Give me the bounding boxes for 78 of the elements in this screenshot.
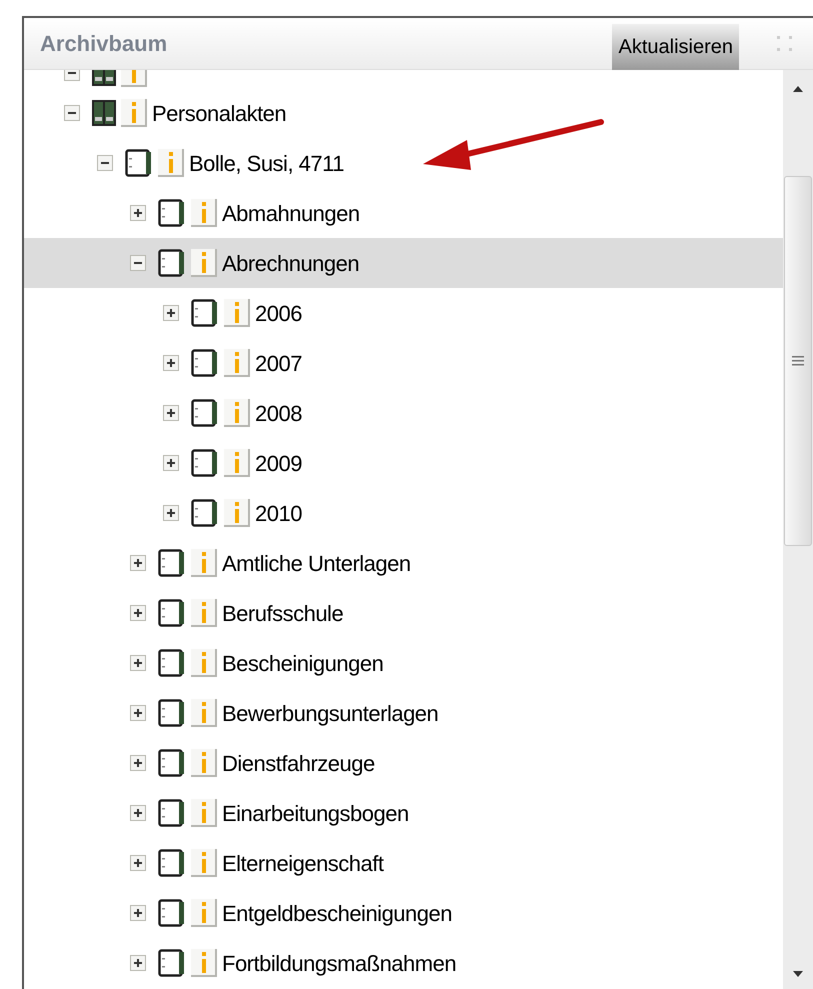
tree-row[interactable]: Bolle, Susi, 4711 — [24, 138, 783, 188]
refresh-button[interactable]: Aktualisieren — [612, 24, 739, 70]
binder-icon — [125, 149, 153, 177]
tree-row[interactable]: 2010 — [24, 488, 783, 538]
collapse-icon[interactable] — [64, 105, 80, 121]
tree-row[interactable]: 2007 — [24, 338, 783, 388]
grip-lines-icon — [791, 354, 805, 368]
tree-row[interactable]: Abrechnungen — [24, 238, 783, 288]
collapse-icon[interactable] — [97, 155, 113, 171]
expand-icon[interactable] — [163, 455, 179, 471]
expand-icon[interactable] — [130, 905, 146, 921]
expand-icon[interactable] — [130, 955, 146, 971]
tree-node-label[interactable]: 2007 — [255, 346, 302, 380]
expand-icon[interactable] — [163, 505, 179, 521]
tree-row[interactable]: 2008 — [24, 388, 783, 438]
binder-icon — [158, 949, 186, 977]
tree-node-label[interactable]: Bescheinigungen — [222, 646, 384, 680]
tree-node-label[interactable]: Einarbeitungsbogen — [222, 796, 409, 830]
binder-icon — [158, 199, 186, 227]
tree-node-label[interactable]: Entgeldbescheinigungen — [222, 896, 452, 930]
expand-icon[interactable] — [130, 655, 146, 671]
tree-row[interactable]: Personalakten — [24, 88, 783, 138]
tree-node-label[interactable]: Abrechnungen — [222, 246, 360, 280]
binder-icon — [158, 749, 186, 777]
expand-icon[interactable] — [130, 705, 146, 721]
tree-node-label[interactable]: Fortbildungsmaßnahmen — [222, 946, 456, 980]
tree-node-label[interactable]: 2010 — [255, 496, 302, 530]
tree-node-label[interactable]: 2009 — [255, 446, 302, 480]
binder-icon — [158, 549, 186, 577]
binder-icon — [158, 699, 186, 727]
scrollbar[interactable] — [783, 70, 813, 989]
binder-icon — [191, 499, 219, 527]
tree-row[interactable]: Fortbildungsmaßnahmen — [24, 938, 783, 988]
expand-icon[interactable] — [130, 555, 146, 571]
tree-node-label[interactable]: Amtliche Unterlagen — [222, 546, 411, 580]
expand-icon[interactable] — [130, 755, 146, 771]
expand-icon[interactable] — [163, 405, 179, 421]
tree-row[interactable]: Dienstfahrzeuge — [24, 738, 783, 788]
tree-node-label[interactable]: Personalakten — [152, 96, 286, 130]
grip-icon[interactable] — [775, 34, 795, 54]
tree-node-label[interactable]: Dienstfahrzeuge — [222, 746, 375, 780]
tree-row[interactable]: Entgeldbescheinigungen — [24, 888, 783, 938]
expand-icon[interactable] — [130, 805, 146, 821]
binder-icon — [191, 399, 219, 427]
expand-icon[interactable] — [163, 305, 179, 321]
binder-icon — [158, 649, 186, 677]
binder-icon — [191, 349, 219, 377]
binder-icon — [158, 899, 186, 927]
binder-icon — [158, 249, 186, 277]
collapse-icon[interactable] — [130, 255, 146, 271]
filing-cabinet-icon — [92, 100, 116, 126]
tree-node-label[interactable]: Bewerbungsunterlagen — [222, 696, 438, 730]
tree-node-label[interactable]: Elterneigenschaft — [222, 846, 384, 880]
binder-icon — [158, 599, 186, 627]
tree-node-label[interactable]: 2006 — [255, 296, 302, 330]
binder-icon — [158, 799, 186, 827]
binder-icon — [191, 299, 219, 327]
binder-icon — [158, 849, 186, 877]
tree-node-label[interactable]: Abmahnungen — [222, 196, 360, 230]
tree-row[interactable]: 2006 — [24, 288, 783, 338]
tree-node-label[interactable]: Berufsschule — [222, 596, 344, 630]
expand-icon[interactable] — [130, 205, 146, 221]
tree-row[interactable]: Einarbeitungsbogen — [24, 788, 783, 838]
tree-row[interactable]: Bewerbungsunterlagen — [24, 688, 783, 738]
tree-row[interactable]: Bescheinigungen — [24, 638, 783, 688]
tree-node-label[interactable]: Bolle, Susi, 4711 — [189, 146, 344, 180]
expand-icon[interactable] — [163, 355, 179, 371]
tree-row[interactable]: Amtliche Unterlagen — [24, 538, 783, 588]
tree-row[interactable]: Elterneigenschaft — [24, 838, 783, 888]
binder-icon — [191, 449, 219, 477]
scrollbar-thumb[interactable] — [784, 176, 812, 546]
tree-row[interactable]: Abmahnungen — [24, 188, 783, 238]
tree-row[interactable]: Berufsschule — [24, 588, 783, 638]
expand-icon[interactable] — [130, 855, 146, 871]
tree-node-label[interactable]: 2008 — [255, 396, 302, 430]
expand-icon[interactable] — [130, 605, 146, 621]
panel-title: Archivbaum — [40, 30, 168, 58]
tree-row[interactable]: 2009 — [24, 438, 783, 488]
